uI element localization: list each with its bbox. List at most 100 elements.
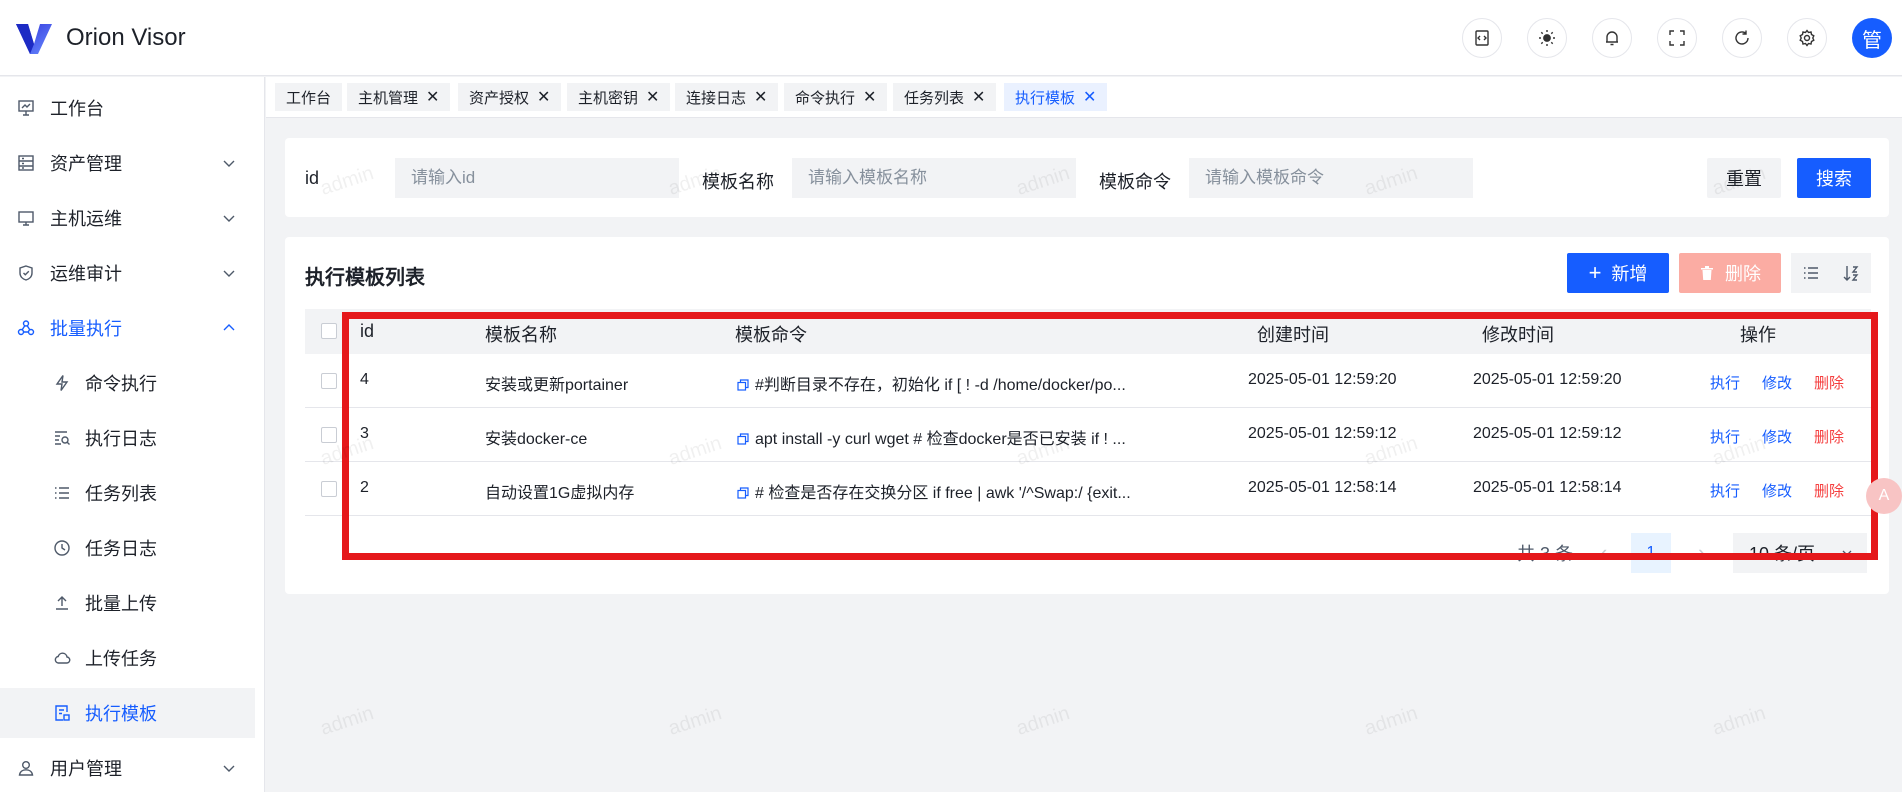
search-form: id 模板名称 模板命令 重置 搜索	[285, 138, 1889, 217]
trash-icon	[1701, 266, 1713, 280]
sidebar-item-exec-template[interactable]: 执行模板	[0, 688, 255, 738]
tab-workbench[interactable]: 工作台	[275, 83, 343, 111]
close-icon[interactable]: ✕	[863, 87, 876, 107]
close-icon[interactable]: ✕	[426, 87, 439, 107]
tab-host-keys[interactable]: 主机密钥 ✕	[567, 83, 671, 111]
tab-connection-log[interactable]: 连接日志 ✕	[675, 83, 779, 111]
watermark: admin	[1709, 702, 1769, 740]
cluster-icon	[16, 318, 36, 338]
template-name-input[interactable]	[792, 158, 1076, 198]
fullscreen-icon[interactable]	[1657, 18, 1697, 58]
delete-button[interactable]: 删除	[1679, 253, 1781, 293]
upload-icon	[52, 593, 72, 613]
asset-icon	[16, 153, 36, 173]
sun-icon[interactable]	[1527, 18, 1567, 58]
row-checkbox[interactable]	[321, 427, 337, 443]
edit-button[interactable]: 修改	[1762, 426, 1792, 447]
sidebar-item-batch-exec[interactable]: 批量执行	[0, 303, 255, 353]
sidebar-item-ops-audit[interactable]: 运维审计	[0, 248, 255, 298]
close-icon[interactable]: ✕	[646, 87, 659, 107]
column-sort-button[interactable]	[1831, 253, 1871, 293]
sidebar-item-user-management[interactable]: 用户管理	[0, 743, 255, 792]
close-icon[interactable]: ✕	[537, 87, 550, 107]
chevron-up-icon	[223, 324, 235, 331]
row-checkbox[interactable]	[321, 373, 337, 389]
density-button[interactable]	[1791, 253, 1831, 293]
column-created-time: 创建时间	[1257, 325, 1329, 345]
lightning-icon	[52, 373, 72, 393]
add-button[interactable]: + 新增	[1567, 253, 1669, 293]
sidebar-item-dashboard[interactable]: 工作台	[0, 83, 255, 133]
bell-icon[interactable]	[1592, 18, 1632, 58]
pagination-total: 共 3 条	[1517, 544, 1574, 564]
header-actions: 管	[1437, 18, 1892, 58]
sidebar-item-task-list[interactable]: 任务列表	[0, 468, 255, 518]
table-row: 4 安装或更新portainer #判断目录不存在，初始化 if [ ! -d …	[305, 354, 1871, 408]
floating-assistant-button[interactable]: A	[1866, 478, 1902, 514]
id-input[interactable]	[395, 158, 679, 198]
chevron-down-icon	[223, 215, 235, 222]
top-header: Orion Visor 管	[0, 0, 1902, 76]
sidebar-item-asset-management[interactable]: 资产管理	[0, 138, 255, 188]
tab-exec-template[interactable]: 执行模板 ✕	[1004, 83, 1108, 111]
reset-button[interactable]: 重置	[1707, 158, 1781, 198]
exec-button[interactable]: 执行	[1710, 372, 1740, 393]
page-tabs: 工作台 主机管理 ✕ 资产授权 ✕ 主机密钥 ✕ 连接日志 ✕ 命令执行 ✕ 任务列表 ✕ …	[266, 77, 1902, 118]
next-page-button[interactable]: ›	[1698, 533, 1705, 573]
refresh-icon[interactable]	[1722, 18, 1762, 58]
list-icon	[52, 483, 72, 503]
sidebar-item-exec-log[interactable]: 执行日志	[0, 413, 255, 463]
delete-row-button[interactable]: 删除	[1814, 480, 1844, 501]
watermark: admin	[1361, 702, 1421, 740]
logo[interactable]: Orion Visor	[14, 20, 186, 56]
user-avatar[interactable]: 管	[1852, 18, 1892, 58]
copy-icon[interactable]	[737, 433, 749, 445]
prev-page-button[interactable]: ‹	[1600, 533, 1607, 573]
close-icon[interactable]: ✕	[972, 87, 985, 107]
select-all-checkbox[interactable]	[321, 323, 337, 339]
copy-icon[interactable]	[737, 379, 749, 391]
edit-button[interactable]: 修改	[1762, 480, 1792, 501]
gear-icon[interactable]	[1787, 18, 1827, 58]
table-header: id 模板名称 模板命令 创建时间 修改时间 操作	[305, 309, 1871, 354]
search-button[interactable]: 搜索	[1797, 158, 1871, 198]
tab-task-list[interactable]: 任务列表 ✕	[893, 83, 997, 111]
table-title: 执行模板列表	[305, 267, 425, 289]
row-checkbox[interactable]	[321, 481, 337, 497]
template-command-input[interactable]	[1189, 158, 1473, 198]
tab-command-exec[interactable]: 命令执行 ✕	[784, 83, 888, 111]
id-label: id	[305, 168, 320, 188]
sidebar-item-task-log[interactable]: 任务日志	[0, 523, 255, 573]
edit-button[interactable]: 修改	[1762, 372, 1792, 393]
template-name-label: 模板名称	[702, 172, 774, 192]
sidebar: 工作台 资产管理 主机运维 运维审计 批量执行 命令执行 执行日志 任务列表 任…	[0, 77, 265, 792]
monitor-icon	[16, 208, 36, 228]
sidebar-item-batch-upload[interactable]: 批量上传	[0, 578, 255, 628]
template-command-label: 模板命令	[1099, 172, 1171, 192]
code-icon[interactable]	[1462, 18, 1502, 58]
table-row: 2 自动设置1G虚拟内存 # 检查是否存在交换分区 if free | awk …	[305, 462, 1871, 516]
exec-button[interactable]: 执行	[1710, 480, 1740, 501]
app-name: Orion Visor	[66, 23, 186, 51]
log-search-icon	[52, 428, 72, 448]
page-1-button[interactable]: 1	[1631, 533, 1671, 573]
tab-asset-auth[interactable]: 资产授权 ✕	[458, 83, 562, 111]
column-template-name: 模板名称	[485, 325, 557, 345]
delete-row-button[interactable]: 删除	[1814, 426, 1844, 447]
column-template-command: 模板命令	[735, 325, 807, 345]
close-icon[interactable]: ✕	[1083, 87, 1096, 107]
column-id: id	[360, 321, 375, 341]
plus-icon: +	[1588, 260, 1602, 285]
tab-host-management[interactable]: 主机管理 ✕	[347, 83, 451, 111]
template-icon	[52, 703, 72, 723]
sidebar-item-host-ops[interactable]: 主机运维	[0, 193, 255, 243]
exec-button[interactable]: 执行	[1710, 426, 1740, 447]
page-size-select[interactable]: 10 条/页	[1733, 533, 1867, 573]
delete-row-button[interactable]: 删除	[1814, 372, 1844, 393]
close-icon[interactable]: ✕	[754, 87, 767, 107]
sidebar-item-command-exec[interactable]: 命令执行	[0, 358, 255, 408]
sidebar-item-upload-task[interactable]: 上传任务	[0, 633, 255, 683]
chevron-down-icon	[223, 765, 235, 772]
copy-icon[interactable]	[737, 487, 749, 499]
sort-icon	[1843, 266, 1859, 281]
